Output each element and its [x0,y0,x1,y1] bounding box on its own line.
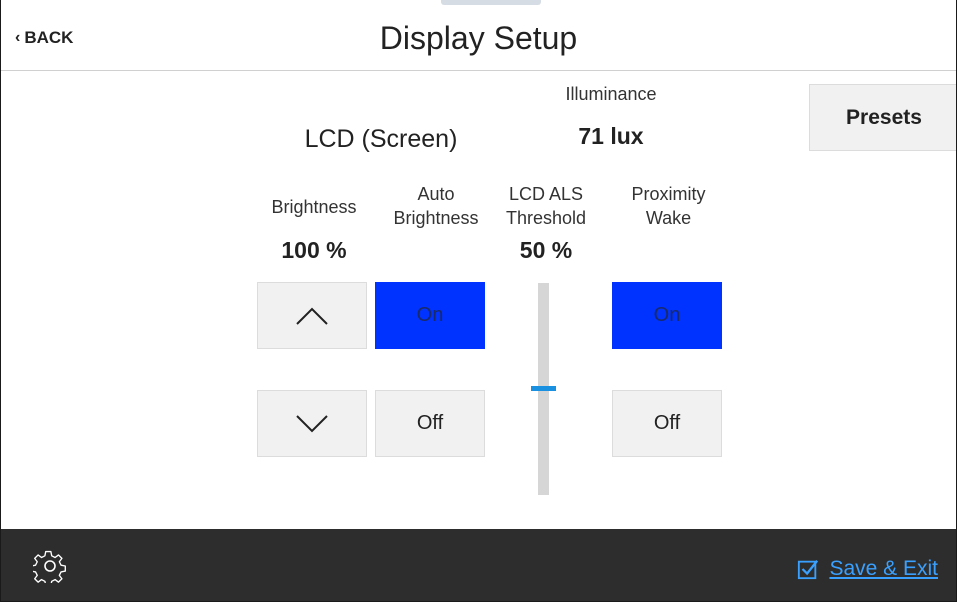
proximity-wake-label: Proximity Wake [631,184,706,228]
auto-brightness-label: Auto Brightness [393,184,479,228]
lcd-als-threshold-label: LCD ALS Threshold [505,184,587,228]
brightness-label: Brightness [271,197,357,217]
brightness-down-button[interactable] [257,390,367,457]
brightness-up-button[interactable] [257,282,367,349]
proximity-wake-off-button[interactable]: Off [612,390,722,457]
auto-brightness-on-button[interactable]: On [375,282,485,349]
app-window: ‹ BACK Display Setup Illuminance 71 lux … [0,0,957,602]
header-divider [1,70,956,71]
slider-thumb[interactable] [531,386,556,391]
brightness-value: 100 % [281,237,347,263]
illuminance-value: 71 lux [578,123,644,149]
lcd-als-threshold-value: 50 % [519,237,573,263]
pull-down-handle[interactable] [441,0,541,5]
checkbox-icon [798,560,819,580]
chevron-up-icon [296,307,328,325]
proximity-wake-on-button[interactable]: On [612,282,722,349]
auto-brightness-off-button[interactable]: Off [375,390,485,457]
illuminance-label: Illuminance [565,84,657,104]
lcd-screen-label: LCD (Screen) [304,125,458,153]
save-exit-button[interactable]: Save & Exit [797,557,938,581]
presets-button[interactable]: Presets [809,84,956,151]
page-title: Display Setup [379,20,578,56]
save-exit-label: Save & Exit [829,557,938,580]
gear-icon[interactable] [30,549,67,587]
chevron-down-icon [296,414,328,432]
